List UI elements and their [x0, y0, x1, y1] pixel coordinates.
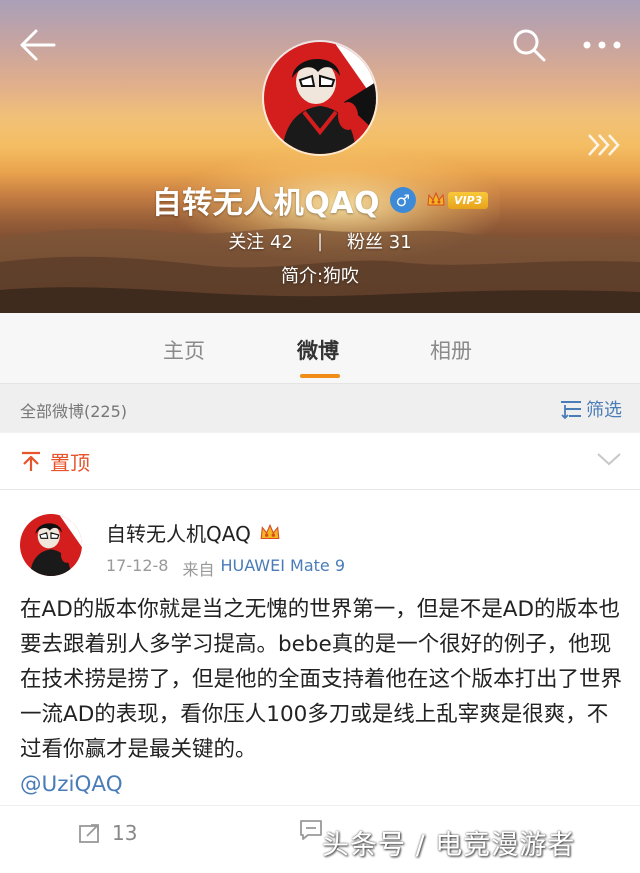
more-icon[interactable]	[582, 38, 622, 52]
post-device[interactable]: HUAWEI Mate 9	[220, 556, 345, 580]
post-source-prefix: 来自	[182, 560, 215, 579]
post-author-avatar[interactable]	[20, 514, 82, 576]
search-icon[interactable]	[511, 27, 547, 63]
post-author-name[interactable]: 自转无人机QAQ	[106, 518, 251, 547]
vip-crown-icon	[260, 523, 280, 539]
following-stat[interactable]: 关注 42	[228, 228, 293, 254]
pinned-section[interactable]: 置顶	[0, 433, 640, 490]
following-count: 42	[270, 232, 293, 253]
profile-header: 自转无人机QAQ ♂ VIP3 关注 42 | 粉丝 31 简介:狗吹	[0, 0, 640, 313]
chevrons-right-icon[interactable]	[586, 132, 622, 158]
filter-icon	[561, 401, 581, 419]
profile-bio: 简介:狗吹	[280, 266, 360, 287]
tab-home[interactable]: 主页	[163, 335, 205, 365]
vip-crown-icon	[427, 191, 445, 206]
stats-separator: |	[316, 230, 324, 252]
watermark-text: 头条号 / 电竞漫游者	[322, 830, 576, 861]
comment-icon[interactable]	[298, 818, 324, 842]
post-text: 在AD的版本你就是当之无愧的世界第一，但是不是AD的版本也要去跟着别人多学习提高…	[20, 597, 623, 762]
avatar-illustration	[20, 514, 82, 576]
tab-weibo[interactable]: 微博	[297, 335, 339, 365]
gender-male-icon: ♂	[389, 187, 416, 213]
pinned-header: 置顶	[20, 447, 90, 476]
post-content: 在AD的版本你就是当之无愧的世界第一，但是不是AD的版本也要去跟着别人多学习提高…	[20, 592, 626, 802]
profile-avatar[interactable]	[262, 40, 378, 156]
following-label: 关注	[228, 232, 265, 253]
profile-name: 自转无人机QAQ	[151, 186, 380, 221]
tab-album[interactable]: 相册	[430, 335, 472, 365]
pin-icon	[22, 451, 40, 471]
repost-button[interactable]: 13	[78, 821, 137, 845]
vip-level-label: VIP3	[447, 191, 489, 209]
filter-bar: 全部微博(225) 筛选	[0, 384, 640, 432]
post-mention-link[interactable]: @UziQAQ	[20, 767, 626, 802]
filter-label: 筛选	[586, 400, 622, 421]
profile-stats: 关注 42 | 粉丝 31	[0, 228, 640, 254]
avatar-illustration	[264, 42, 376, 154]
back-arrow-icon[interactable]	[18, 28, 56, 62]
active-tab-indicator	[300, 374, 340, 378]
pinned-label: 置顶	[50, 451, 90, 475]
followers-label: 粉丝	[347, 232, 384, 253]
all-posts-count: 全部微博(225)	[20, 402, 128, 421]
post-date: 17-12-8	[106, 556, 169, 575]
vip-badge[interactable]: VIP3	[426, 191, 489, 209]
followers-count: 31	[388, 232, 412, 253]
filter-button[interactable]: 筛选	[560, 396, 622, 422]
repost-icon	[79, 824, 99, 843]
followers-stat[interactable]: 粉丝 31	[347, 228, 412, 254]
chevron-down-icon[interactable]	[596, 449, 622, 469]
post-author-row: 自转无人机QAQ	[106, 518, 281, 547]
repost-count: 13	[112, 821, 138, 845]
profile-name-row: 自转无人机QAQ ♂ VIP3	[0, 178, 640, 222]
post-meta: 17-12-8 来自 HUAWEI Mate 9	[106, 556, 345, 580]
post-card: 自转无人机QAQ 17-12-8 来自 HUAWEI Mate 9 在AD的版本…	[0, 490, 640, 873]
